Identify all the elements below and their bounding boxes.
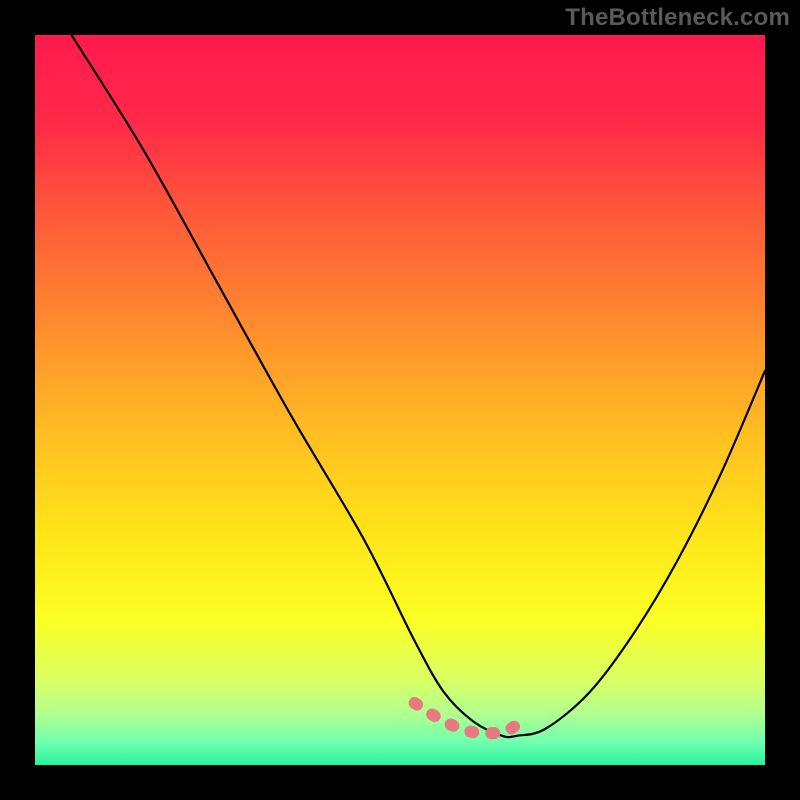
- chart-frame: TheBottleneck.com: [0, 0, 800, 800]
- watermark-text: TheBottleneck.com: [565, 4, 790, 32]
- gradient-background: [35, 35, 765, 765]
- bottleneck-chart: [0, 0, 800, 800]
